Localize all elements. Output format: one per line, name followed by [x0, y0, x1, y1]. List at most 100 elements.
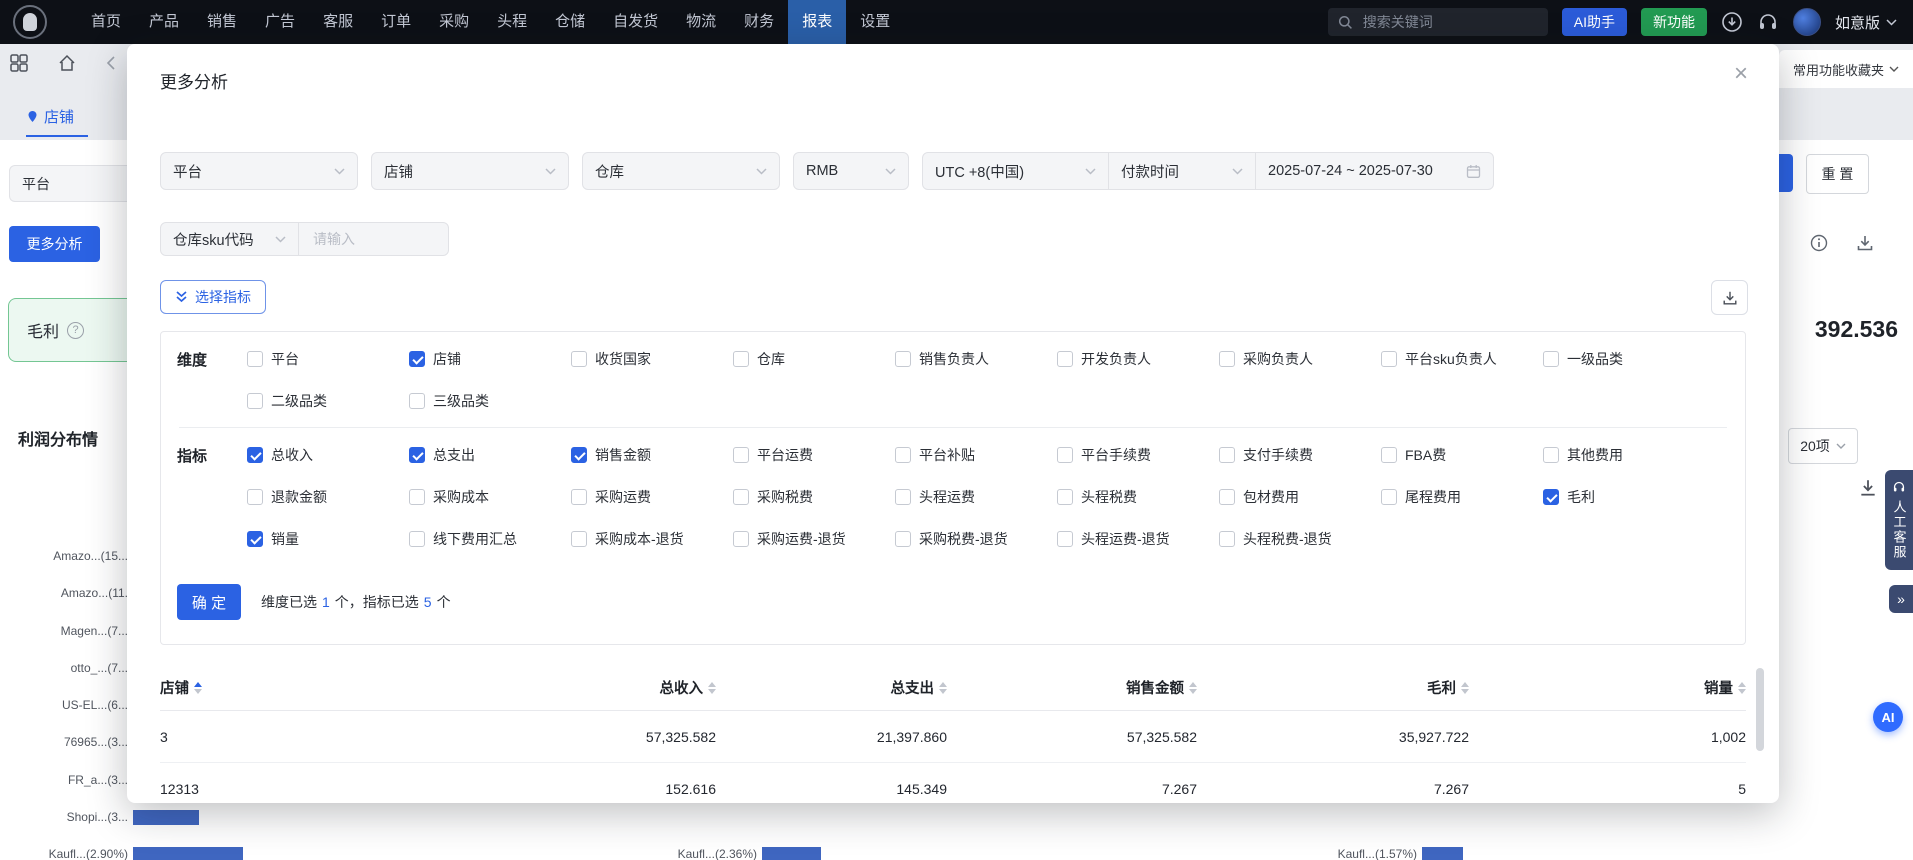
platform-select[interactable]: 平台 — [160, 152, 358, 190]
nav-item[interactable]: 销售 — [193, 0, 251, 44]
column-header[interactable]: 销售金额 — [947, 677, 1197, 698]
checkbox-item[interactable]: 总支出 — [409, 445, 571, 465]
checkbox-icon[interactable] — [1381, 447, 1397, 463]
sort-icon[interactable] — [1461, 681, 1469, 694]
checkbox-icon[interactable] — [247, 489, 263, 505]
nav-item[interactable]: 产品 — [135, 0, 193, 44]
ai-assistant-button[interactable]: AI助手 — [1561, 8, 1627, 36]
checkbox-item[interactable]: 支付手续费 — [1219, 445, 1381, 465]
nav-item[interactable]: 报表 — [788, 0, 847, 44]
apps-grid-icon[interactable] — [10, 54, 28, 72]
column-header[interactable]: 总收入 — [410, 677, 716, 698]
checkbox-item[interactable]: 线下费用汇总 — [409, 529, 571, 549]
checkbox-item[interactable]: 平台运费 — [733, 445, 895, 465]
checkbox-item[interactable]: 毛利 — [1543, 487, 1705, 507]
checkbox-item[interactable]: 头程税费 — [1057, 487, 1219, 507]
checkbox-checked-icon[interactable] — [409, 351, 425, 367]
sort-icon[interactable] — [194, 681, 202, 694]
checkbox-item[interactable]: 仓库 — [733, 349, 895, 369]
checkbox-icon[interactable] — [571, 531, 587, 547]
checkbox-icon[interactable] — [895, 447, 911, 463]
checkbox-icon[interactable] — [733, 489, 749, 505]
checkbox-item[interactable]: 二级品类 — [247, 391, 409, 411]
checkbox-item[interactable]: 头程税费-退货 — [1219, 529, 1381, 549]
checkbox-item[interactable]: 其他费用 — [1543, 445, 1705, 465]
checkbox-icon[interactable] — [1057, 351, 1073, 367]
checkbox-item[interactable]: 采购负责人 — [1219, 349, 1381, 369]
checkbox-item[interactable]: 平台 — [247, 349, 409, 369]
checkbox-icon[interactable] — [733, 351, 749, 367]
sort-icon[interactable] — [1189, 681, 1197, 694]
favorites-folder[interactable]: 常用功能收藏夹 — [1779, 50, 1913, 88]
sku-input[interactable] — [311, 230, 435, 248]
bg-platform-filter[interactable]: 平台 — [9, 165, 140, 202]
checkbox-icon[interactable] — [1543, 447, 1559, 463]
checkbox-icon[interactable] — [733, 531, 749, 547]
nav-item[interactable]: 订单 — [367, 0, 425, 44]
table-row[interactable]: 12313 152.616 145.349 7.267 7.267 5 — [160, 763, 1746, 803]
sort-icon[interactable] — [708, 681, 716, 694]
checkbox-icon[interactable] — [409, 489, 425, 505]
checkbox-item[interactable]: FBA费 — [1381, 445, 1543, 465]
more-analysis-button[interactable]: 更多分析 — [9, 226, 100, 262]
checkbox-icon[interactable] — [1057, 531, 1073, 547]
new-features-button[interactable]: 新功能 — [1640, 8, 1707, 36]
time-type-select[interactable]: 付款时间 — [1108, 153, 1255, 189]
column-header[interactable]: 毛利 — [1197, 677, 1469, 698]
headset-icon[interactable] — [1757, 11, 1779, 33]
info-circle-icon[interactable] — [1810, 234, 1828, 252]
chevron-left-icon[interactable] — [106, 56, 115, 70]
search-input[interactable] — [1360, 13, 1515, 31]
store-select[interactable]: 店铺 — [371, 152, 569, 190]
checkbox-icon[interactable] — [1219, 351, 1235, 367]
home-icon[interactable] — [58, 54, 76, 72]
checkbox-icon[interactable] — [409, 531, 425, 547]
checkbox-item[interactable]: 三级品类 — [409, 391, 571, 411]
checkbox-icon[interactable] — [895, 531, 911, 547]
checkbox-icon[interactable] — [895, 351, 911, 367]
checkbox-item[interactable]: 采购运费 — [571, 487, 733, 507]
checkbox-icon[interactable] — [571, 489, 587, 505]
checkbox-icon[interactable] — [1381, 351, 1397, 367]
nav-item[interactable]: 客服 — [309, 0, 367, 44]
page-size-select[interactable]: 20项 — [1788, 428, 1858, 464]
checkbox-checked-icon[interactable] — [571, 447, 587, 463]
checkbox-item[interactable]: 销售金额 — [571, 445, 733, 465]
collapse-tab[interactable]: » — [1889, 585, 1913, 613]
live-support-tab[interactable]: 人工客服 — [1885, 470, 1913, 570]
checkbox-item[interactable]: 采购税费 — [733, 487, 895, 507]
checkbox-icon[interactable] — [1381, 489, 1397, 505]
timezone-select[interactable]: UTC +8(中国) — [923, 153, 1108, 189]
checkbox-icon[interactable] — [247, 351, 263, 367]
global-search[interactable] — [1327, 8, 1548, 36]
checkbox-item[interactable]: 采购成本-退货 — [571, 529, 733, 549]
checkbox-checked-icon[interactable] — [409, 447, 425, 463]
checkbox-item[interactable]: 采购成本 — [409, 487, 571, 507]
checkbox-item[interactable]: 退款金额 — [247, 487, 409, 507]
nav-item[interactable]: 首页 — [77, 0, 135, 44]
checkbox-item[interactable]: 平台补贴 — [895, 445, 1057, 465]
export-button[interactable] — [1711, 280, 1748, 315]
checkbox-item[interactable]: 采购运费-退货 — [733, 529, 895, 549]
sort-icon[interactable] — [1738, 681, 1746, 694]
table-scrollbar[interactable] — [1756, 668, 1764, 751]
user-avatar[interactable] — [1792, 8, 1821, 36]
checkbox-item[interactable]: 收货国家 — [571, 349, 733, 369]
nav-item[interactable]: 头程 — [483, 0, 541, 44]
ai-fab-button[interactable]: AI — [1873, 702, 1903, 732]
app-logo-icon[interactable] — [13, 5, 47, 39]
currency-select[interactable]: RMB — [793, 152, 909, 190]
checkbox-item[interactable]: 头程运费 — [895, 487, 1057, 507]
reset-button[interactable]: 重 置 — [1806, 154, 1869, 194]
checkbox-icon[interactable] — [733, 447, 749, 463]
checkbox-item[interactable]: 尾程费用 — [1381, 487, 1543, 507]
checkbox-item[interactable]: 开发负责人 — [1057, 349, 1219, 369]
confirm-button[interactable]: 确 定 — [177, 584, 241, 620]
sku-type-select[interactable]: 仓库sku代码 — [161, 223, 298, 255]
nav-item[interactable]: 自发货 — [599, 0, 672, 44]
checkbox-icon[interactable] — [1219, 531, 1235, 547]
version-switcher[interactable]: 如意版 — [1835, 12, 1897, 33]
select-metrics-button[interactable]: 选择指标 — [160, 280, 266, 314]
checkbox-checked-icon[interactable] — [247, 531, 263, 547]
nav-item[interactable]: 广告 — [251, 0, 309, 44]
